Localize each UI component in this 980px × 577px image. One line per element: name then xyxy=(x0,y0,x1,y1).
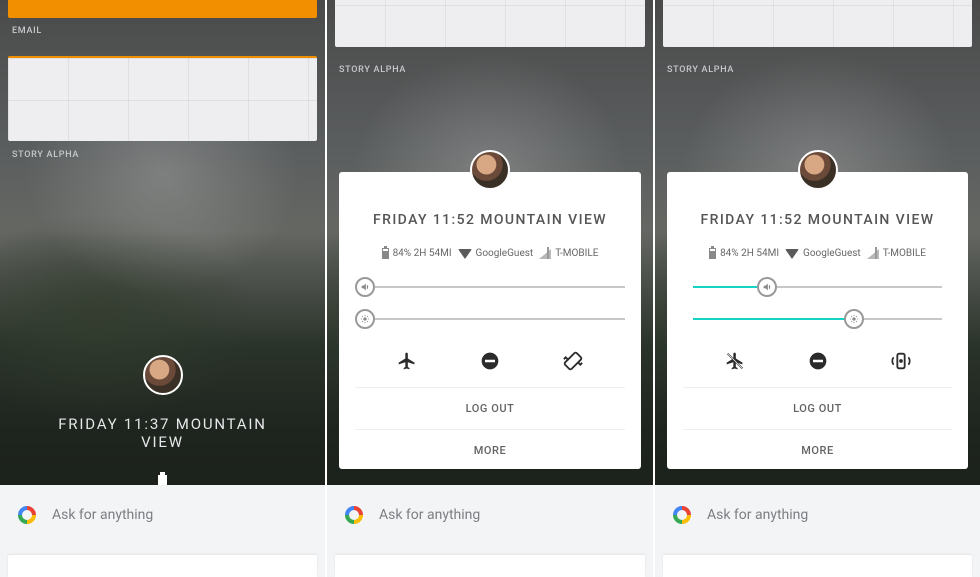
do-not-disturb-toggle[interactable] xyxy=(806,349,830,373)
google-logo-icon xyxy=(18,506,36,524)
story-label: STORY ALPHA xyxy=(339,65,406,75)
wifi-status[interactable]: GoogleGuest xyxy=(785,248,861,259)
search-bar[interactable]: Ask for anything xyxy=(327,485,653,577)
email-label: EMAIL xyxy=(12,26,42,36)
auto-rotate-toggle[interactable] xyxy=(561,349,585,373)
screen-3: STORY ALPHA FRIDAY 11:52 MOUNTAIN VIEW 8… xyxy=(655,0,980,577)
logout-button[interactable]: LOG OUT xyxy=(683,388,952,430)
airplane-mode-toggle[interactable] xyxy=(395,349,419,373)
battery-status[interactable]: 84% 2H 54MI xyxy=(382,248,452,259)
quick-settings-panel: FRIDAY 11:52 MOUNTAIN VIEW 84% 2H 54MI G… xyxy=(667,172,968,469)
wifi-icon xyxy=(458,249,472,259)
screen-1: EMAIL STORY ALPHA FRIDAY 11:37 MOUNTAIN … xyxy=(0,0,325,577)
cell-status[interactable]: T-MOBILE xyxy=(867,248,926,259)
volume-slider[interactable] xyxy=(355,277,625,297)
brightness-slider[interactable] xyxy=(683,309,952,329)
search-placeholder: Ask for anything xyxy=(52,507,153,523)
story-card[interactable] xyxy=(663,0,972,47)
quick-settings-collapsed[interactable]: FRIDAY 11:37 MOUNTAIN VIEW xyxy=(40,355,285,490)
screen-2: STORY ALPHA FRIDAY 11:52 MOUNTAIN VIEW 8… xyxy=(327,0,653,577)
battery-icon xyxy=(709,248,716,259)
wifi-status[interactable]: GoogleGuest xyxy=(458,248,534,259)
cell-status[interactable]: T-MOBILE xyxy=(539,248,598,259)
brightness-slider[interactable] xyxy=(355,309,625,329)
avatar[interactable] xyxy=(470,150,510,190)
search-placeholder: Ask for anything xyxy=(379,507,480,523)
volume-icon xyxy=(355,277,375,297)
wifi-icon xyxy=(785,249,799,259)
more-button[interactable]: MORE xyxy=(355,430,625,469)
search-bar[interactable]: Ask for anything xyxy=(0,485,325,577)
volume-slider[interactable] xyxy=(683,277,952,297)
cell-signal-icon xyxy=(539,249,551,259)
story-card[interactable] xyxy=(8,56,317,141)
do-not-disturb-toggle[interactable] xyxy=(478,349,502,373)
google-logo-icon xyxy=(345,506,363,524)
battery-status[interactable]: 84% 2H 54MI xyxy=(709,248,779,259)
avatar[interactable] xyxy=(143,355,183,395)
toggle-row xyxy=(683,347,952,388)
more-button[interactable]: MORE xyxy=(683,430,952,469)
email-card[interactable] xyxy=(8,0,317,18)
logout-button[interactable]: LOG OUT xyxy=(355,388,625,430)
google-logo-icon xyxy=(673,506,691,524)
avatar[interactable] xyxy=(798,150,838,190)
story-label: STORY ALPHA xyxy=(667,65,734,75)
search-placeholder: Ask for anything xyxy=(707,507,808,523)
status-row: 84% 2H 54MI GoogleGuest T-MOBILE xyxy=(355,248,625,259)
battery-icon xyxy=(382,248,389,259)
airplane-mode-toggle[interactable] xyxy=(723,349,747,373)
datetime-location: FRIDAY 11:52 MOUNTAIN VIEW xyxy=(683,212,952,228)
status-row: 84% 2H 54MI GoogleGuest T-MOBILE xyxy=(683,248,952,259)
search-bar[interactable]: Ask for anything xyxy=(655,485,980,577)
toggle-row xyxy=(355,347,625,388)
datetime-location: FRIDAY 11:37 MOUNTAIN VIEW xyxy=(40,415,285,451)
story-label: STORY ALPHA xyxy=(12,150,79,160)
rotation-lock-toggle[interactable] xyxy=(889,349,913,373)
brightness-icon xyxy=(844,309,864,329)
quick-settings-panel: FRIDAY 11:52 MOUNTAIN VIEW 84% 2H 54MI G… xyxy=(339,172,641,469)
story-card[interactable] xyxy=(335,0,645,47)
datetime-location: FRIDAY 11:52 MOUNTAIN VIEW xyxy=(355,212,625,228)
brightness-icon xyxy=(355,309,375,329)
volume-icon xyxy=(757,277,777,297)
cell-signal-icon xyxy=(867,249,879,259)
